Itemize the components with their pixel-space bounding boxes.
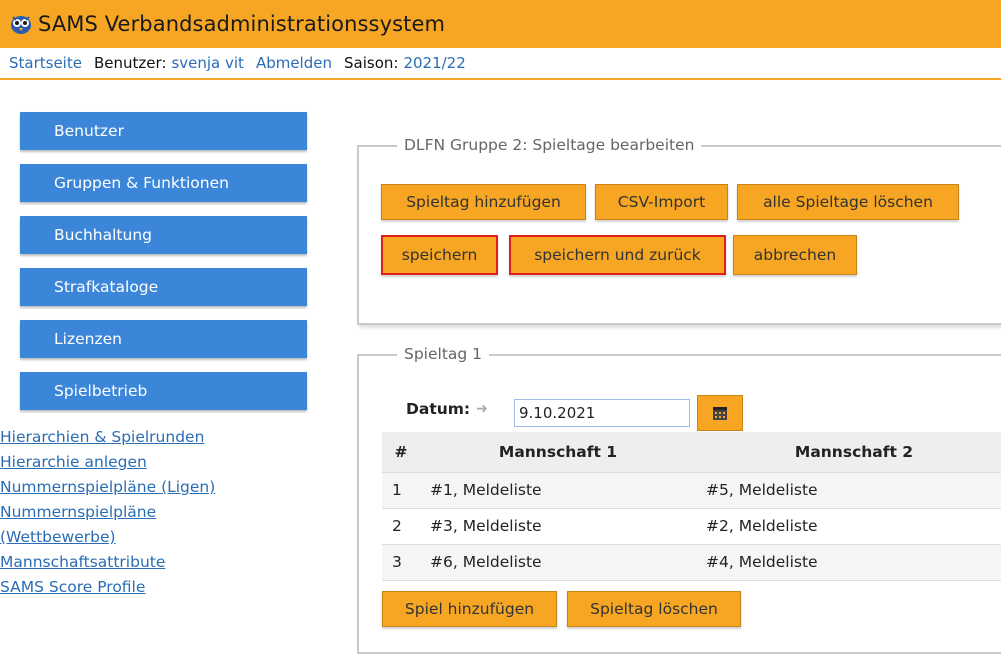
sidebar-item-spielbetrieb[interactable]: Spielbetrieb [20,372,307,410]
col-team-2: Mannschaft 2 [696,432,1001,473]
top-nav: Startseite Benutzer: svenja vit Abmelden… [0,48,1001,80]
sidebar-item-gruppen[interactable]: Gruppen & Funktionen [20,164,307,202]
calendar-button[interactable] [697,395,743,431]
sidebar-item-buchhaltung[interactable]: Buchhaltung [20,216,307,254]
calendar-icon [713,407,727,420]
app-title: SAMS Verbandsadministrationssystem [38,12,446,36]
add-game-button[interactable]: Spiel hinzufügen [382,591,557,627]
col-number: # [382,432,420,473]
cell-team-1: #6, Meldeliste [420,544,696,581]
date-label: Datum: [406,400,471,418]
cell-team-2: #4, Meldeliste [696,544,1001,581]
sublink-nummernspielplaene-ligen[interactable]: Nummernspielpläne (Ligen) [0,475,215,500]
title-bar: SAMS Verbandsadministrationssystem [0,0,1001,48]
col-team-1: Mannschaft 1 [420,432,696,473]
sublink-nummernspielplaene-wettbewerbe[interactable]: Nummernspielpläne [0,500,215,525]
sidebar-item-strafkataloge[interactable]: Strafkataloge [20,268,307,306]
logout-link[interactable]: Abmelden [256,54,332,72]
cell-team-1: #3, Meldeliste [420,508,696,545]
sublink-mannschaftsattribute[interactable]: Mannschaftsattribute [0,550,215,575]
table-row[interactable]: 1 #1, Meldeliste #5, Meldeliste [382,472,1001,509]
sidebar-sublinks: Hierarchien & Spielrunden Hierarchie anl… [0,421,307,651]
date-input[interactable] [514,399,690,427]
user-label: Benutzer: [93,54,167,72]
sublink-nummernspielplaene-wettbewerbe-2[interactable]: (Wettbewerbe) [0,525,215,550]
nav-home-link[interactable]: Startseite [9,54,82,72]
save-button[interactable]: speichern [381,235,498,275]
cell-number: 2 [382,508,420,545]
owl-icon [11,16,31,34]
season-label: Saison: [344,54,399,72]
delete-matchday-button[interactable]: Spieltag löschen [567,591,741,627]
sidebar-item-benutzer[interactable]: Benutzer [20,112,307,150]
cell-number: 3 [382,544,420,581]
cancel-button[interactable]: abbrechen [733,235,857,275]
delete-all-matchdays-button[interactable]: alle Spieltage löschen [737,184,959,220]
games-table: # Mannschaft 1 Mannschaft 2 1 #1, Meldel… [382,432,1001,581]
edit-panel-legend: DLFN Gruppe 2: Spieltage bearbeiten [397,136,702,154]
sublink-sams-score-profile[interactable]: SAMS Score Profile [0,575,215,600]
sidebar-item-lizenzen[interactable]: Lizenzen [20,320,307,358]
table-header-row: # Mannschaft 1 Mannschaft 2 [382,432,1001,473]
cell-number: 1 [382,472,420,509]
matchday-legend: Spieltag 1 [397,345,490,363]
sublink-hierarchie-anlegen[interactable]: Hierarchie anlegen [0,450,215,475]
sublink-hierarchien[interactable]: Hierarchien & Spielrunden [0,425,215,450]
cell-team-2: #5, Meldeliste [696,472,1001,509]
csv-import-button[interactable]: CSV-Import [595,184,728,220]
save-and-back-button[interactable]: speichern und zurück [509,235,726,275]
table-row[interactable]: 3 #6, Meldeliste #4, Meldeliste [382,544,1001,581]
table-row[interactable]: 2 #3, Meldeliste #2, Meldeliste [382,508,1001,545]
sidebar: Benutzer Gruppen & Funktionen Buchhaltun… [20,112,307,414]
date-row: Datum: ➜ [406,400,488,418]
season-link[interactable]: 2021/22 [403,54,465,72]
arrow-right-icon: ➜ [476,401,488,417]
user-name-link[interactable]: svenja vit [171,54,243,72]
cell-team-2: #2, Meldeliste [696,508,1001,545]
add-matchday-button[interactable]: Spieltag hinzufügen [381,184,586,220]
cell-team-1: #1, Meldeliste [420,472,696,509]
